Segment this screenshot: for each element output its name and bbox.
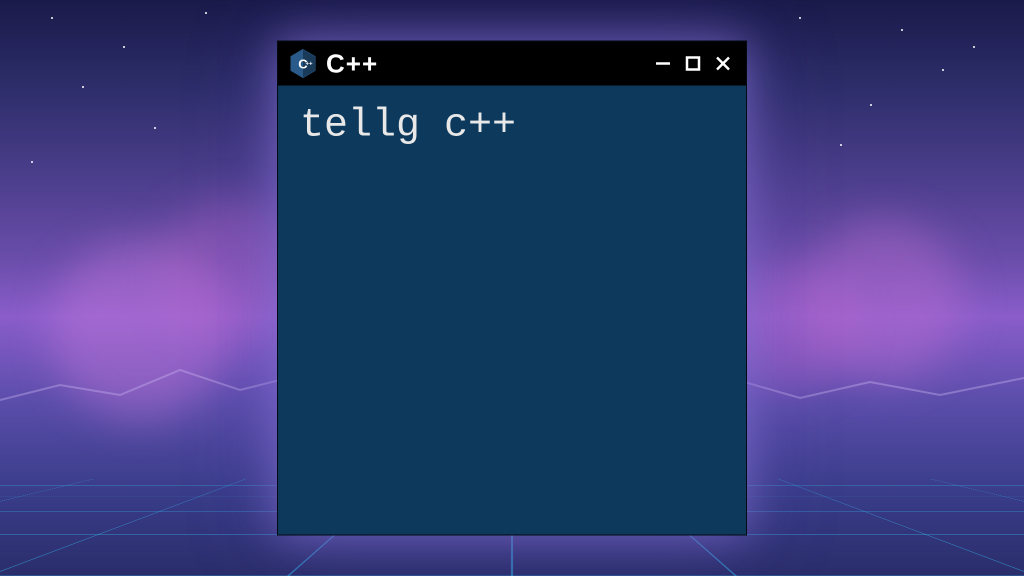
svg-text:++: ++ (305, 62, 313, 68)
app-title: C++ (326, 48, 642, 79)
window-controls (650, 51, 736, 77)
maximize-button[interactable] (680, 51, 706, 77)
close-button[interactable] (710, 51, 736, 77)
terminal-content[interactable]: tellg c++ (278, 86, 746, 167)
app-window: C ++ C++ tellg c (277, 41, 747, 536)
terminal-text: tellg c++ (300, 104, 516, 149)
titlebar[interactable]: C ++ C++ (278, 42, 746, 86)
minimize-button[interactable] (650, 51, 676, 77)
cpp-icon: C ++ (288, 49, 318, 79)
